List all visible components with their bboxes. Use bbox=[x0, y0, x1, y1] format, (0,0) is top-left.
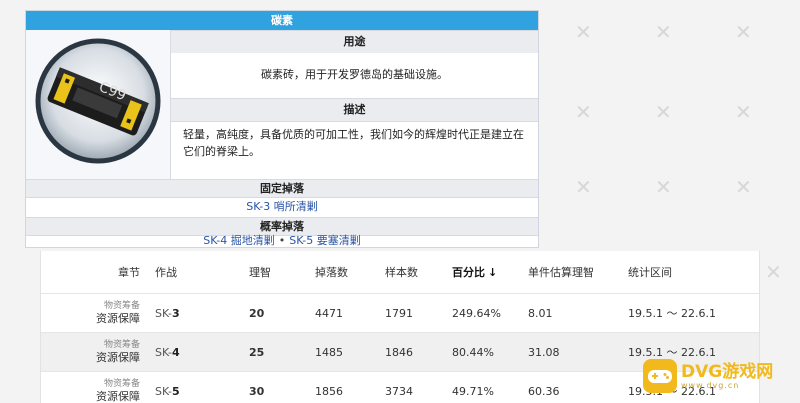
zone-cell: 物资筹备 资源保障 bbox=[41, 293, 154, 333]
usage-header: 用途 bbox=[171, 30, 538, 54]
percent-cell: 249.64% bbox=[451, 293, 527, 333]
stage-cell: SK-4 bbox=[154, 332, 248, 372]
description-header: 描述 bbox=[171, 98, 538, 122]
stage-cell: SK-5 bbox=[154, 371, 248, 403]
percent-cell: 49.71% bbox=[451, 371, 527, 403]
site-logo: DVG游戏网 www.dvg.cn bbox=[643, 356, 793, 396]
probability-drop-list: SK-4 掘地清剿 • SK-5 要塞清剿 bbox=[26, 234, 538, 248]
col-header-percent[interactable]: 百分比 ↓ bbox=[451, 251, 527, 294]
stage-link-sk3[interactable]: SK-3 哨所清剿 bbox=[246, 200, 318, 213]
sort-arrow-down-icon: ↓ bbox=[488, 266, 498, 279]
col-header-stage[interactable]: 作战 bbox=[154, 251, 248, 294]
item-infobox: 碳素 C99 用途 碳素砖，用于开发罗德岛的基础设施。 描述 轻量，高纯度，具备… bbox=[25, 10, 539, 248]
sanity-cell: 25 bbox=[248, 332, 314, 372]
gamepad-icon bbox=[643, 359, 677, 393]
carbon-brick-icon: C99 bbox=[35, 38, 161, 164]
col-header-sample-count[interactable]: 样本数 bbox=[384, 251, 451, 294]
usage-text: 碳素砖，用于开发罗德岛的基础设施。 bbox=[171, 53, 538, 97]
description-text: 轻量，高纯度，具备优质的可加工性，我们如今的辉煌时代正是建立在它们的脊梁上。 bbox=[171, 126, 538, 176]
zone-cell: 物资筹备 资源保障 bbox=[41, 371, 154, 403]
item-title: 碳素 bbox=[26, 11, 538, 30]
item-image: C99 bbox=[26, 30, 171, 179]
est-sanity-cell: 60.36 bbox=[527, 371, 627, 403]
infobox-body: C99 用途 碳素砖，用于开发罗德岛的基础设施。 描述 轻量，高纯度，具备优质的… bbox=[26, 30, 538, 179]
sample-count-cell: 1791 bbox=[384, 293, 451, 333]
logo-domain: www.dvg.cn bbox=[681, 380, 740, 390]
drop-count-cell: 4471 bbox=[314, 293, 384, 333]
sample-count-cell: 1846 bbox=[384, 332, 451, 372]
stage-link-sk4[interactable]: SK-4 掘地清剿 bbox=[203, 234, 275, 247]
col-header-percent-label: 百分比 bbox=[452, 266, 485, 279]
sanity-cell: 20 bbox=[248, 293, 314, 333]
sanity-cell: 30 bbox=[248, 371, 314, 403]
logo-name: DVG游戏网 bbox=[681, 361, 774, 382]
est-sanity-cell: 8.01 bbox=[527, 293, 627, 333]
est-sanity-cell: 31.08 bbox=[527, 332, 627, 372]
col-header-est-sanity[interactable]: 单件估算理智 bbox=[527, 251, 627, 294]
table-row: 物资筹备 资源保障 SK-3 20 4471 1791 249.64% 8.01 … bbox=[41, 293, 759, 333]
col-header-range[interactable]: 统计区间 bbox=[627, 251, 759, 294]
range-cell: 19.5.1 ～ 22.6.1 bbox=[627, 293, 759, 333]
drop-count-cell: 1856 bbox=[314, 371, 384, 403]
fixed-drop-header: 固定掉落 bbox=[26, 179, 538, 198]
table-header-row: 章节 作战 理智 掉落数 样本数 百分比 ↓ 单件估算理智 统计区间 bbox=[41, 251, 759, 294]
separator-dot: • bbox=[278, 234, 286, 247]
fixed-drop-list: SK-3 哨所清剿 bbox=[26, 197, 538, 217]
stage-cell: SK-3 bbox=[154, 293, 248, 333]
drop-count-cell: 1485 bbox=[314, 332, 384, 372]
stage-link-sk5[interactable]: SK-5 要塞清剿 bbox=[289, 234, 361, 247]
zone-cell: 物资筹备 资源保障 bbox=[41, 332, 154, 372]
col-header-sanity[interactable]: 理智 bbox=[248, 251, 314, 294]
col-header-chapter[interactable]: 章节 bbox=[41, 251, 154, 294]
percent-cell: 80.44% bbox=[451, 332, 527, 372]
sample-count-cell: 3734 bbox=[384, 371, 451, 403]
col-header-drop-count[interactable]: 掉落数 bbox=[314, 251, 384, 294]
